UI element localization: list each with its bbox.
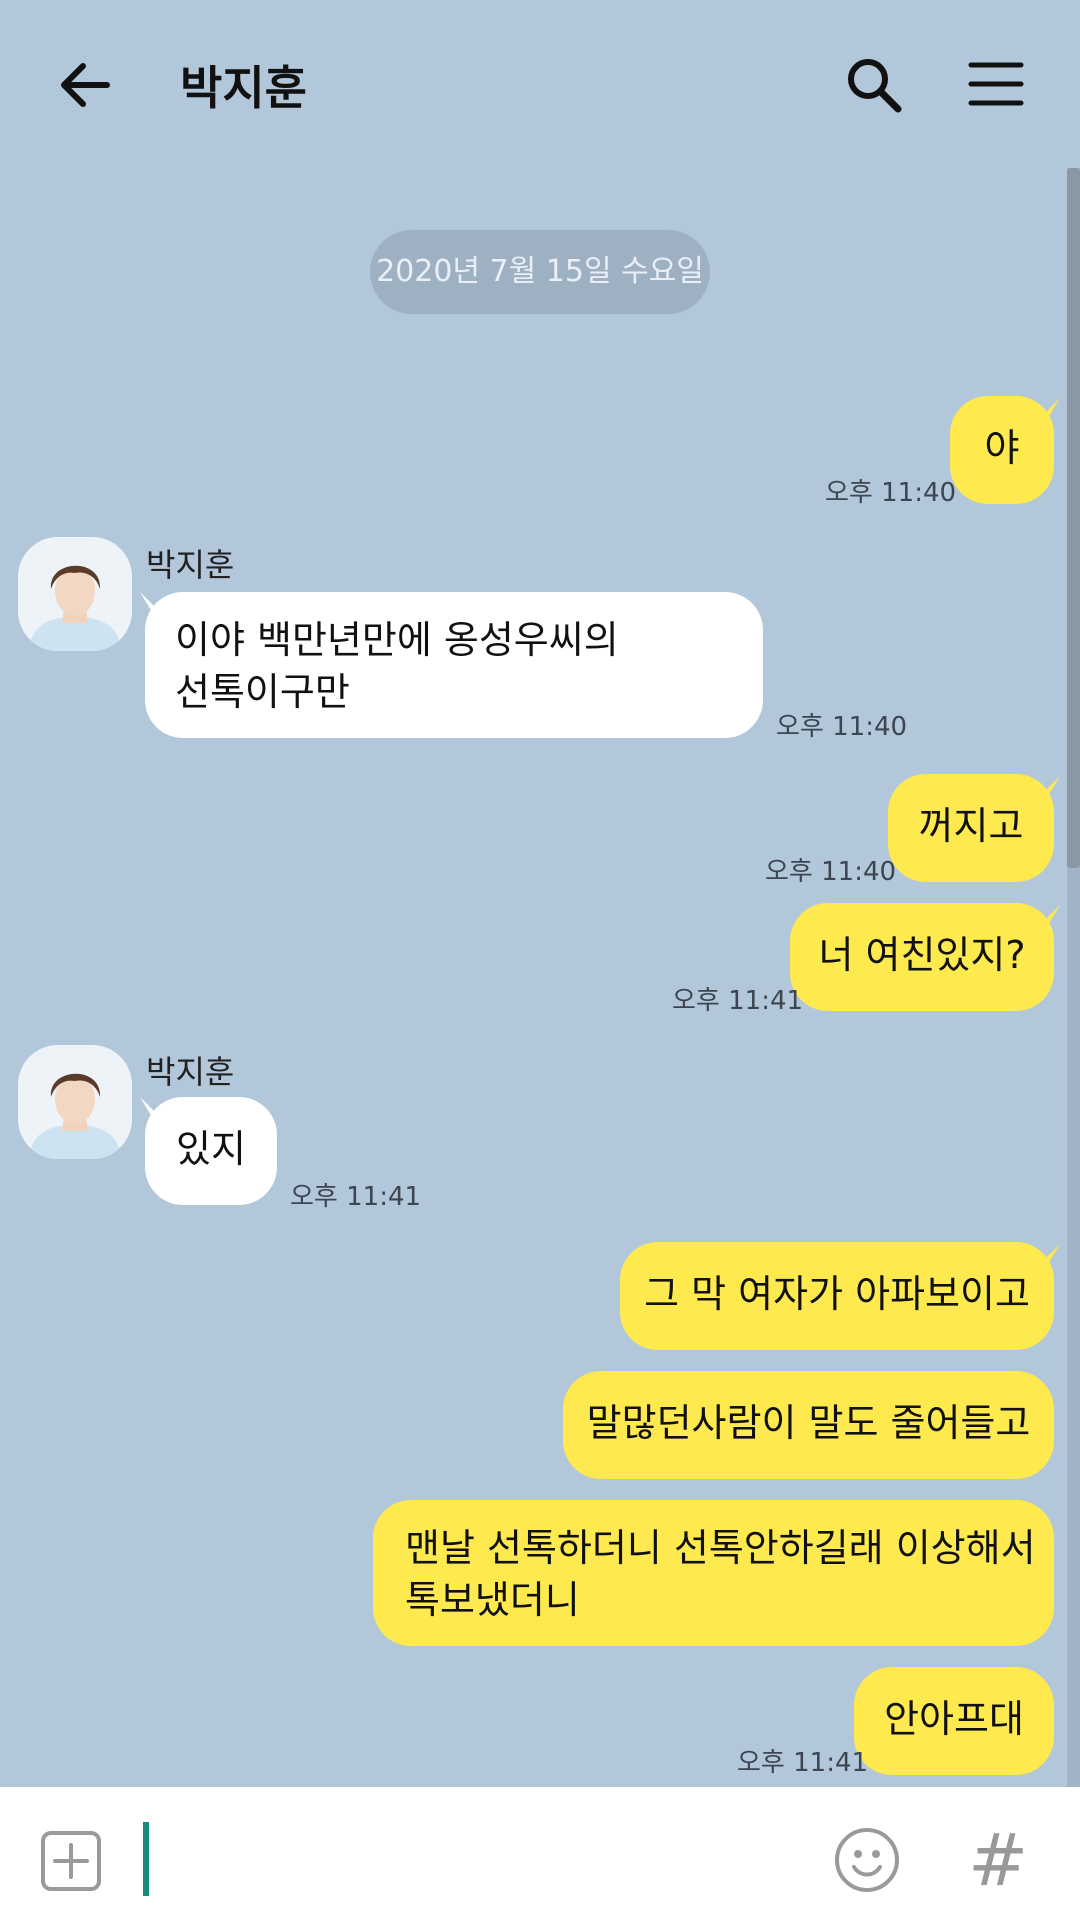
plus-icon[interactable]	[40, 1830, 102, 1892]
emoji-icon[interactable]	[832, 1825, 902, 1895]
message-text-line: 맨날 선톡하더니 선톡안하길래 이상해서	[405, 1526, 1036, 1570]
avatar[interactable]	[18, 1045, 132, 1159]
menu-icon[interactable]	[968, 60, 1024, 108]
message-text: 말많던사람이 말도 줄어들고	[586, 1401, 1031, 1445]
message-bubble-other[interactable]: 있지	[145, 1097, 277, 1205]
scrollbar-thumb[interactable]	[1067, 168, 1080, 868]
message-text: 안아프대	[884, 1697, 1024, 1741]
message-text: 있지	[176, 1127, 246, 1171]
date-divider: 2020년 7월 15일 수요일	[370, 230, 710, 314]
sender-name: 박지훈	[146, 546, 235, 584]
message-text-line: 이야 백만년만에 옹성우씨의	[175, 618, 619, 662]
message-bubble-me[interactable]: 말많던사람이 말도 줄어들고	[563, 1371, 1054, 1479]
avatar-image	[18, 1045, 132, 1159]
hashtag-button[interactable]: #	[968, 1818, 1028, 1902]
message-time: 오후 11:41	[737, 1748, 869, 1778]
avatar-image	[18, 537, 132, 651]
message-time: 오후 11:41	[672, 986, 804, 1016]
avatar[interactable]	[18, 537, 132, 651]
message-bubble-me[interactable]: 안아프대	[854, 1667, 1054, 1775]
message-bubble-me[interactable]: 야	[950, 396, 1054, 504]
search-icon[interactable]	[845, 56, 903, 114]
message-input-bar	[0, 1787, 1080, 1932]
message-time: 오후 11:40	[765, 857, 897, 887]
message-bubble-me[interactable]: 꺼지고	[888, 774, 1054, 882]
message-text: 야	[984, 426, 1020, 470]
message-time: 오후 11:41	[290, 1182, 422, 1212]
sender-name: 박지훈	[146, 1053, 235, 1091]
message-bubble-me[interactable]: 맨날 선톡하더니 선톡안하길래 이상해서 톡보냈더니	[373, 1500, 1054, 1646]
message-time: 오후 11:40	[825, 478, 957, 508]
message-text: 너 여친있지?	[818, 933, 1026, 977]
arrow-left-icon[interactable]	[55, 55, 115, 115]
message-bubble-other[interactable]: 이야 백만년만에 옹성우씨의 선톡이구만	[145, 592, 763, 738]
message-bubble-me[interactable]: 그 막 여자가 아파보이고	[620, 1242, 1054, 1350]
chat-title: 박지훈	[180, 61, 307, 115]
message-time: 오후 11:40	[776, 712, 908, 742]
message-text-line: 선톡이구만	[175, 670, 350, 714]
message-input-field[interactable]	[143, 1822, 149, 1896]
message-text: 꺼지고	[918, 804, 1024, 848]
message-bubble-me[interactable]: 너 여친있지?	[790, 903, 1054, 1011]
message-text: 그 막 여자가 아파보이고	[644, 1272, 1030, 1316]
chat-header: 박지훈	[0, 0, 1080, 170]
message-text-line: 톡보냈더니	[405, 1578, 580, 1622]
